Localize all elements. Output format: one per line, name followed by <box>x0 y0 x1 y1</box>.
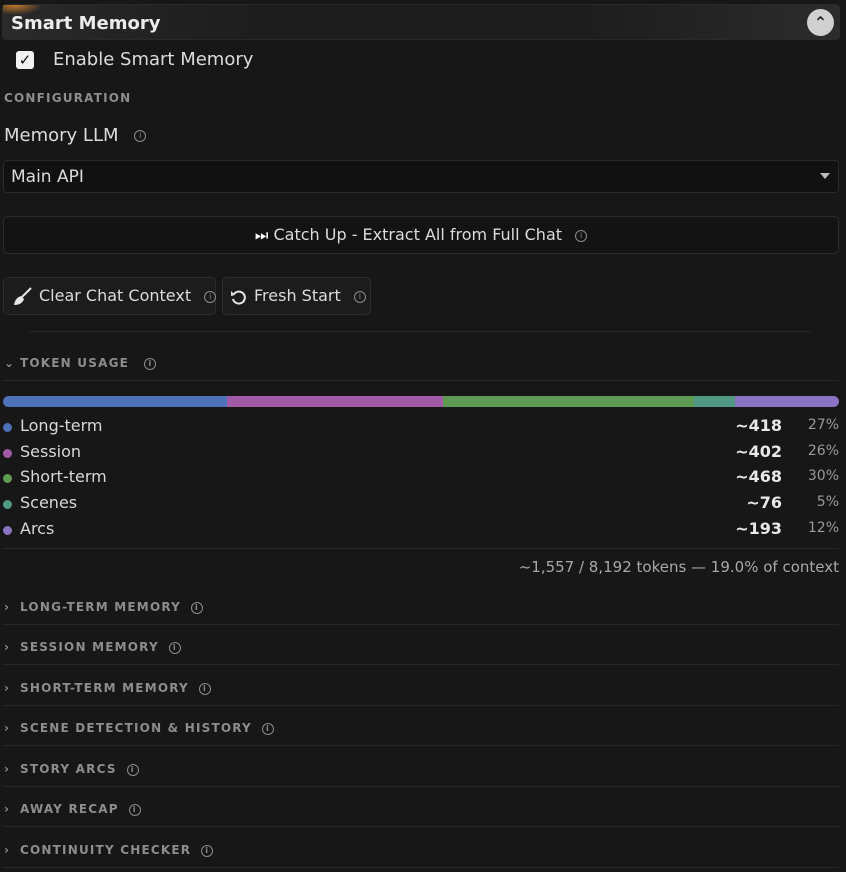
broom-icon <box>11 278 33 314</box>
clear-chat-context-button[interactable]: Clear Chat Context i <box>3 277 217 315</box>
token-bar-segment <box>227 396 443 407</box>
section-title: SESSION MEMORY <box>20 640 159 654</box>
section-toggle[interactable]: › LONG-TERM MEMORY i <box>4 600 204 620</box>
separator <box>3 705 839 706</box>
separator <box>3 548 839 549</box>
token-bar-segment <box>735 396 839 407</box>
legend-label: Scenes <box>20 493 78 512</box>
section-title: CONTINUITY CHECKER <box>20 843 192 857</box>
token-bar-segment <box>442 396 695 407</box>
legend-label: Session <box>20 442 82 461</box>
chevron-down-icon: ⌄ <box>4 356 16 370</box>
legend-percent: 26% <box>807 443 839 459</box>
chevron-right-icon: › <box>4 762 11 776</box>
info-icon[interactable]: i <box>128 803 141 816</box>
clear-chat-context-label: Clear Chat Context <box>39 286 192 305</box>
section-title: STORY ARCS <box>20 762 117 776</box>
legend-value: ~468 <box>735 467 782 486</box>
section-title: AWAY RECAP <box>20 802 119 816</box>
chevron-up-icon[interactable]: ⌃ <box>807 9 834 36</box>
divider <box>30 331 810 332</box>
legend-row: Session ~402 26% <box>3 442 839 464</box>
token-usage-title: TOKEN USAGE <box>20 356 130 370</box>
header-title: Smart Memory <box>11 13 161 34</box>
separator <box>3 745 839 746</box>
catch-up-label: Catch Up - Extract All from Full Chat <box>273 225 563 244</box>
memory-llm-label-row: Memory LLM i <box>4 125 147 146</box>
fresh-start-label: Fresh Start <box>254 286 341 305</box>
memory-llm-select[interactable]: Main API <box>3 160 839 193</box>
section-title: LONG-TERM MEMORY <box>20 600 182 614</box>
fast-forward-icon: ⏭ <box>254 226 269 244</box>
legend-label: Short-term <box>20 467 107 486</box>
legend-value: ~402 <box>735 442 782 461</box>
legend-percent: 5% <box>816 494 839 510</box>
legend-percent: 27% <box>807 417 839 433</box>
info-icon[interactable]: i <box>353 290 366 303</box>
legend-label: Long-term <box>20 416 103 435</box>
legend-dot <box>3 500 12 509</box>
info-icon[interactable]: i <box>191 601 204 614</box>
legend-percent: 12% <box>807 520 839 536</box>
section-toggle[interactable]: › SCENE DETECTION & HISTORY i <box>4 721 274 741</box>
legend-dot <box>3 449 12 458</box>
enable-smart-memory-label[interactable]: Enable Smart Memory <box>53 49 253 70</box>
section-toggle[interactable]: › STORY ARCS i <box>4 762 139 782</box>
enable-smart-memory-checkbox[interactable]: ✓ <box>16 51 34 69</box>
legend-dot <box>3 423 12 432</box>
info-icon[interactable]: i <box>144 357 157 370</box>
token-total: ~1,557 / 8,192 tokens — 19.0% of context <box>518 558 839 576</box>
info-icon[interactable]: i <box>201 844 214 857</box>
section-toggle[interactable]: › SESSION MEMORY i <box>4 640 181 660</box>
separator <box>3 826 839 827</box>
configuration-section-label: CONFIGURATION <box>4 91 132 105</box>
info-icon[interactable]: i <box>126 763 139 776</box>
undo-icon <box>230 278 248 314</box>
section-title: SCENE DETECTION & HISTORY <box>20 721 252 735</box>
legend-label: Arcs <box>20 519 55 538</box>
memory-llm-selected-value: Main API <box>11 167 84 187</box>
legend-row: Long-term ~418 27% <box>3 416 839 438</box>
smart-memory-header[interactable]: Smart Memory ⌃ <box>2 4 840 40</box>
section-toggle[interactable]: › AWAY RECAP i <box>4 802 141 822</box>
legend-row: Scenes ~76 5% <box>3 493 839 515</box>
legend-dot <box>3 526 12 535</box>
legend-value: ~76 <box>746 493 782 512</box>
legend-dot <box>3 474 12 483</box>
legend-row: Short-term ~468 30% <box>3 467 839 489</box>
info-icon[interactable]: i <box>204 290 217 303</box>
chevron-right-icon: › <box>4 640 11 654</box>
chevron-right-icon: › <box>4 681 11 695</box>
section-toggle[interactable]: › CONTINUITY CHECKER i <box>4 843 214 863</box>
info-icon[interactable]: i <box>261 722 274 735</box>
separator <box>3 867 839 868</box>
memory-llm-label: Memory LLM <box>4 125 119 146</box>
chevron-right-icon: › <box>4 843 11 857</box>
chevron-right-icon: › <box>4 721 11 735</box>
token-bar-segment <box>694 396 736 407</box>
info-icon[interactable]: i <box>575 229 588 242</box>
separator <box>3 664 839 665</box>
chevron-right-icon: › <box>4 802 11 816</box>
section-title: SHORT-TERM MEMORY <box>20 681 189 695</box>
separator <box>3 624 839 625</box>
catch-up-button[interactable]: ⏭ Catch Up - Extract All from Full Chat … <box>3 216 839 254</box>
info-icon[interactable]: i <box>134 130 147 142</box>
legend-value: ~193 <box>735 519 782 538</box>
token-usage-bar <box>3 396 839 407</box>
token-usage-toggle[interactable]: ⌄ TOKEN USAGE i <box>4 356 157 376</box>
separator <box>3 786 839 787</box>
separator <box>3 380 839 381</box>
token-bar-segment <box>3 396 228 407</box>
legend-value: ~418 <box>735 416 782 435</box>
info-icon[interactable]: i <box>168 641 181 654</box>
legend-row: Arcs ~193 12% <box>3 519 839 541</box>
legend-percent: 30% <box>807 468 839 484</box>
dropdown-arrow-icon <box>820 173 830 179</box>
info-icon[interactable]: i <box>198 682 211 695</box>
section-toggle[interactable]: › SHORT-TERM MEMORY i <box>4 681 211 701</box>
fresh-start-button[interactable]: Fresh Start i <box>222 277 371 315</box>
chevron-right-icon: › <box>4 600 11 614</box>
